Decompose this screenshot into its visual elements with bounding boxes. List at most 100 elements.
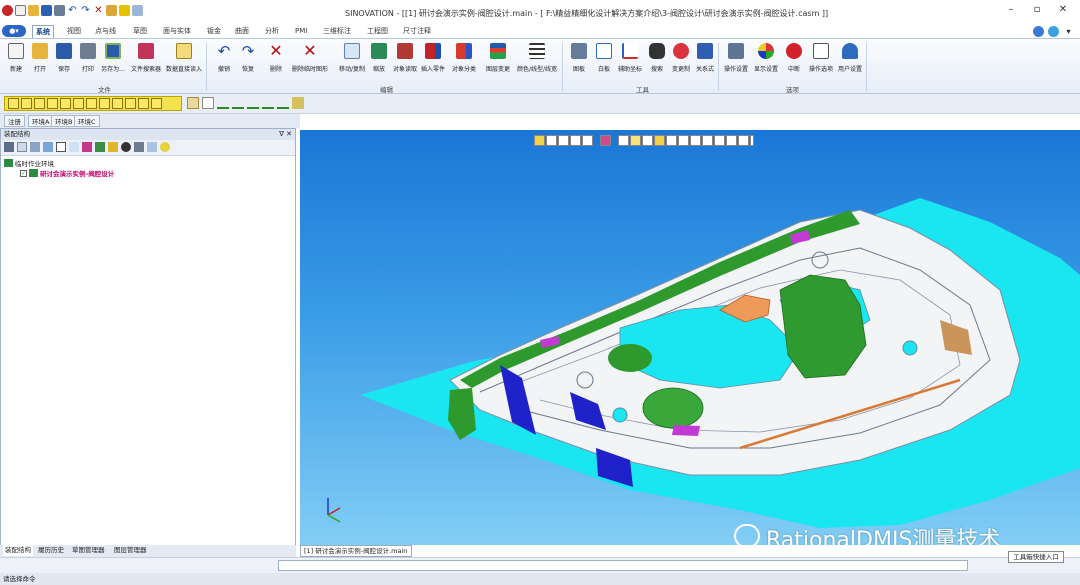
user-setting-button[interactable]: 用户设置 xyxy=(838,42,862,90)
green-pad xyxy=(608,344,652,372)
ribbon: 新建 打开 保存 打印 另存为... 文件搜索器 数据直接读入 文件 ↶ 撤销 ↷… xyxy=(0,38,1080,94)
quick-access-toolbar: ↶ ↷ ✕ xyxy=(2,5,143,16)
tree-node-part[interactable]: ✓ 研讨会演示实例-阀腔设计 xyxy=(4,168,292,178)
wave-tool-icon[interactable] xyxy=(262,97,274,109)
line-tool-icon[interactable] xyxy=(232,97,244,109)
document-tab[interactable]: [1] 研讨会演示实例-阀腔设计.main xyxy=(300,545,412,557)
tree-refresh-icon[interactable] xyxy=(147,142,157,152)
tab-drawing[interactable]: 工程图 xyxy=(364,25,391,38)
tab-point-line[interactable]: 点与线 xyxy=(92,25,119,38)
stop-sign-icon xyxy=(786,43,802,59)
undo-icon[interactable]: ↶ xyxy=(67,5,78,16)
save-as-button[interactable]: 另存为... xyxy=(101,42,125,90)
color-line-button[interactable]: 颜色/线型/线宽 xyxy=(517,42,557,90)
snap-curve-icon[interactable] xyxy=(34,98,45,109)
status-text: 请选择命令 xyxy=(3,575,36,583)
globe-icon[interactable] xyxy=(1048,26,1059,37)
tab-surface[interactable]: 曲面 xyxy=(232,25,252,38)
3d-viewport[interactable]: RationalDMIS测量技术 xyxy=(300,130,1080,545)
line-tool-icon[interactable] xyxy=(217,97,229,109)
object-classify-button[interactable]: 对象分类 xyxy=(452,42,476,90)
tree-edit-icon[interactable] xyxy=(43,142,53,152)
panel-bottom-tabs: 装配结构 履历历史 草图管理器 图层管理器 xyxy=(0,545,296,557)
env-tab-c[interactable]: 环境C xyxy=(74,115,100,127)
side-flange xyxy=(448,388,476,440)
minimize-button[interactable]: – xyxy=(1004,4,1018,16)
tree-node-root[interactable]: 临时作业环境 xyxy=(4,158,292,168)
snap-line-icon[interactable] xyxy=(21,98,32,109)
tab-sheet-metal[interactable]: 钣金 xyxy=(204,25,224,38)
tree-expand-icon[interactable] xyxy=(17,142,27,152)
snap-endpoint-icon[interactable] xyxy=(8,98,19,109)
hole-circle xyxy=(612,407,628,423)
mtg-icon[interactable] xyxy=(187,97,199,109)
tree-attribute-icon[interactable] xyxy=(134,142,144,152)
print-icon[interactable] xyxy=(54,5,65,16)
settings-icon xyxy=(728,43,744,59)
direct-read-button[interactable]: 数据直接读入 xyxy=(166,42,202,90)
delete-temp-button[interactable]: ✕ 删除临时图形 xyxy=(292,42,328,90)
eraser-icon[interactable] xyxy=(106,5,117,16)
snap-arc-icon[interactable] xyxy=(86,98,97,109)
tab-history[interactable]: 履历历史 xyxy=(36,545,66,556)
tab-system[interactable]: 系统 xyxy=(32,25,54,38)
undo-icon: ↶ xyxy=(217,42,231,60)
scale-icon xyxy=(371,43,387,59)
file-finder-button[interactable]: 文件搜索器 xyxy=(131,42,161,90)
panel-close-icon[interactable]: ᐁ ✕ xyxy=(279,129,292,140)
tree-layer-icon[interactable] xyxy=(95,142,105,152)
tab-pmi[interactable]: PMI xyxy=(292,25,310,38)
tab-dimension[interactable]: 尺寸注释 xyxy=(400,25,434,38)
arrow-icon[interactable] xyxy=(119,5,130,16)
tab-assembly-structure[interactable]: 装配结构 xyxy=(3,545,33,556)
tree-search-icon[interactable] xyxy=(121,142,131,152)
tab-3d-annotation[interactable]: 三维标注 xyxy=(320,25,354,38)
tree-save-icon[interactable] xyxy=(4,142,14,152)
snap-line2-icon[interactable] xyxy=(60,98,71,109)
redo-icon[interactable]: ↷ xyxy=(80,5,91,16)
line-tool-icon[interactable] xyxy=(277,97,289,109)
snap-plane-icon[interactable] xyxy=(138,98,149,109)
tree-help-icon[interactable] xyxy=(160,142,170,152)
visibility-checkbox[interactable]: ✓ xyxy=(20,169,27,177)
tree-move-icon[interactable] xyxy=(30,142,40,152)
tab-analysis[interactable]: 分析 xyxy=(262,25,282,38)
env-tab-a[interactable]: 环境A xyxy=(28,115,54,127)
tab-surface-solid[interactable]: 面与实体 xyxy=(160,25,194,38)
open-folder-icon[interactable] xyxy=(28,5,39,16)
tab-layer-manager[interactable]: 图层管理器 xyxy=(112,545,149,556)
snap-image-icon[interactable] xyxy=(151,98,162,109)
assembly-panel: 装配结构 ᐁ ✕ 临时作业环境 ✓ 研讨会演示实例-阀腔设计 xyxy=(0,128,296,546)
chevron-down-icon[interactable]: ▾ xyxy=(1063,26,1074,37)
tab-sketch-manager[interactable]: 草图管理器 xyxy=(70,545,107,556)
snap-polyline-icon[interactable] xyxy=(47,98,58,109)
application-menu-button[interactable]: ●▾ xyxy=(2,25,26,37)
tree-check-icon[interactable] xyxy=(69,142,79,152)
fast-icon[interactable] xyxy=(202,97,214,109)
delete-button[interactable]: ✕ 删除 xyxy=(264,42,288,90)
tab-view[interactable]: 视图 xyxy=(64,25,84,38)
command-input[interactable] xyxy=(278,560,968,571)
close-button[interactable]: ✕ xyxy=(1056,4,1070,16)
snap-face-icon[interactable] xyxy=(125,98,136,109)
line-tool-icon[interactable] xyxy=(247,97,259,109)
tab-sketch[interactable]: 草图 xyxy=(130,25,150,38)
env-tab-register[interactable]: 注册 xyxy=(4,115,25,127)
tree-star-icon[interactable] xyxy=(108,142,118,152)
snap-copy-icon[interactable] xyxy=(112,98,123,109)
snap-box-icon[interactable] xyxy=(99,98,110,109)
tree-ins-icon[interactable] xyxy=(56,142,66,152)
pointer-icon[interactable] xyxy=(292,97,304,109)
file-finder-icon xyxy=(138,43,154,59)
layer-change-button[interactable]: 图层变更 xyxy=(486,42,510,90)
save-icon[interactable] xyxy=(41,5,52,16)
maximize-button[interactable]: ▫ xyxy=(1030,4,1044,16)
snap-circle-icon[interactable] xyxy=(73,98,84,109)
green-hole-surface xyxy=(642,387,704,429)
help-icon[interactable] xyxy=(1033,26,1044,37)
new-file-icon[interactable] xyxy=(15,5,26,16)
list-icon[interactable] xyxy=(132,5,143,16)
delete-icon[interactable]: ✕ xyxy=(93,5,104,16)
tree-color-icon[interactable] xyxy=(82,142,92,152)
env-tab-b[interactable]: 环境B xyxy=(51,115,77,127)
